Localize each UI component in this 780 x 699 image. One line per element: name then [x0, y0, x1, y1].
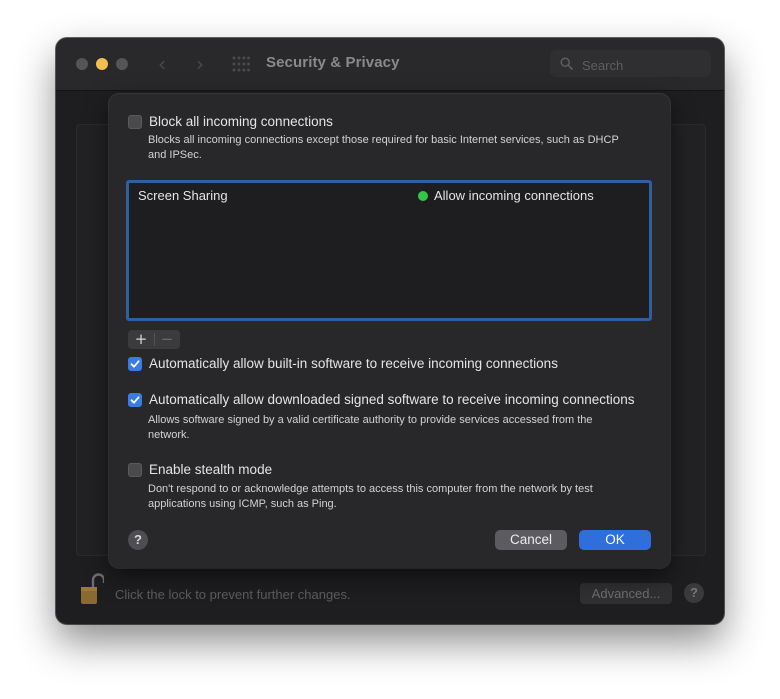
stealth-mode-description: Don't respond to or acknowledge attempts… — [148, 483, 593, 510]
auto-signed-description: Allows software signed by a valid certif… — [148, 414, 593, 441]
checkmark-icon — [130, 360, 140, 368]
title-bar: ‹ › Security & Privacy — [56, 38, 724, 91]
help-icon[interactable]: ? — [128, 530, 148, 550]
ok-button[interactable]: OK — [579, 530, 651, 550]
checkmark-icon — [130, 396, 140, 404]
zoom-window-button[interactable] — [116, 58, 128, 70]
auto-builtin-checkbox[interactable] — [128, 357, 142, 371]
connection-status[interactable]: Allow incoming connections — [434, 188, 594, 203]
unlocked-padlock-icon[interactable] — [80, 572, 104, 606]
chevron-right-icon[interactable]: › — [192, 53, 208, 75]
auto-builtin-label[interactable]: Automatically allow built-in software to… — [149, 356, 558, 371]
cancel-button[interactable]: Cancel — [495, 530, 567, 550]
auto-signed-label[interactable]: Automatically allow downloaded signed so… — [149, 392, 635, 407]
block-all-description: Blocks all incoming connections except t… — [148, 134, 619, 161]
stealth-mode-label[interactable]: Enable stealth mode — [149, 462, 272, 477]
app-name: Screen Sharing — [138, 188, 228, 203]
status-indicator — [418, 191, 428, 201]
add-remove-control: + − — [128, 330, 180, 349]
stealth-mode-checkbox[interactable] — [128, 463, 142, 477]
grid-icon[interactable] — [232, 56, 250, 72]
firewall-options-sheet: Block all incoming connections Blocks al… — [109, 94, 670, 568]
minimize-window-button[interactable] — [96, 58, 108, 70]
search-icon — [560, 57, 573, 70]
search-input[interactable] — [580, 54, 704, 76]
window-title: Security & Privacy — [266, 54, 400, 71]
advanced-button[interactable]: Advanced... — [580, 583, 672, 604]
search-field[interactable] — [550, 50, 711, 77]
help-icon[interactable]: ? — [684, 583, 704, 603]
chevron-left-icon[interactable]: ‹ — [154, 53, 170, 75]
remove-app-button[interactable]: − — [154, 330, 180, 349]
list-item[interactable]: Screen Sharing Allow incoming connection… — [129, 183, 649, 207]
lock-hint-text: Click the lock to prevent further change… — [115, 587, 351, 602]
block-all-label[interactable]: Block all incoming connections — [149, 114, 333, 129]
add-app-button[interactable]: + — [128, 330, 154, 349]
app-list[interactable]: Screen Sharing Allow incoming connection… — [126, 180, 652, 321]
auto-signed-checkbox[interactable] — [128, 393, 142, 407]
block-all-checkbox[interactable] — [128, 115, 142, 129]
close-window-button[interactable] — [76, 58, 88, 70]
